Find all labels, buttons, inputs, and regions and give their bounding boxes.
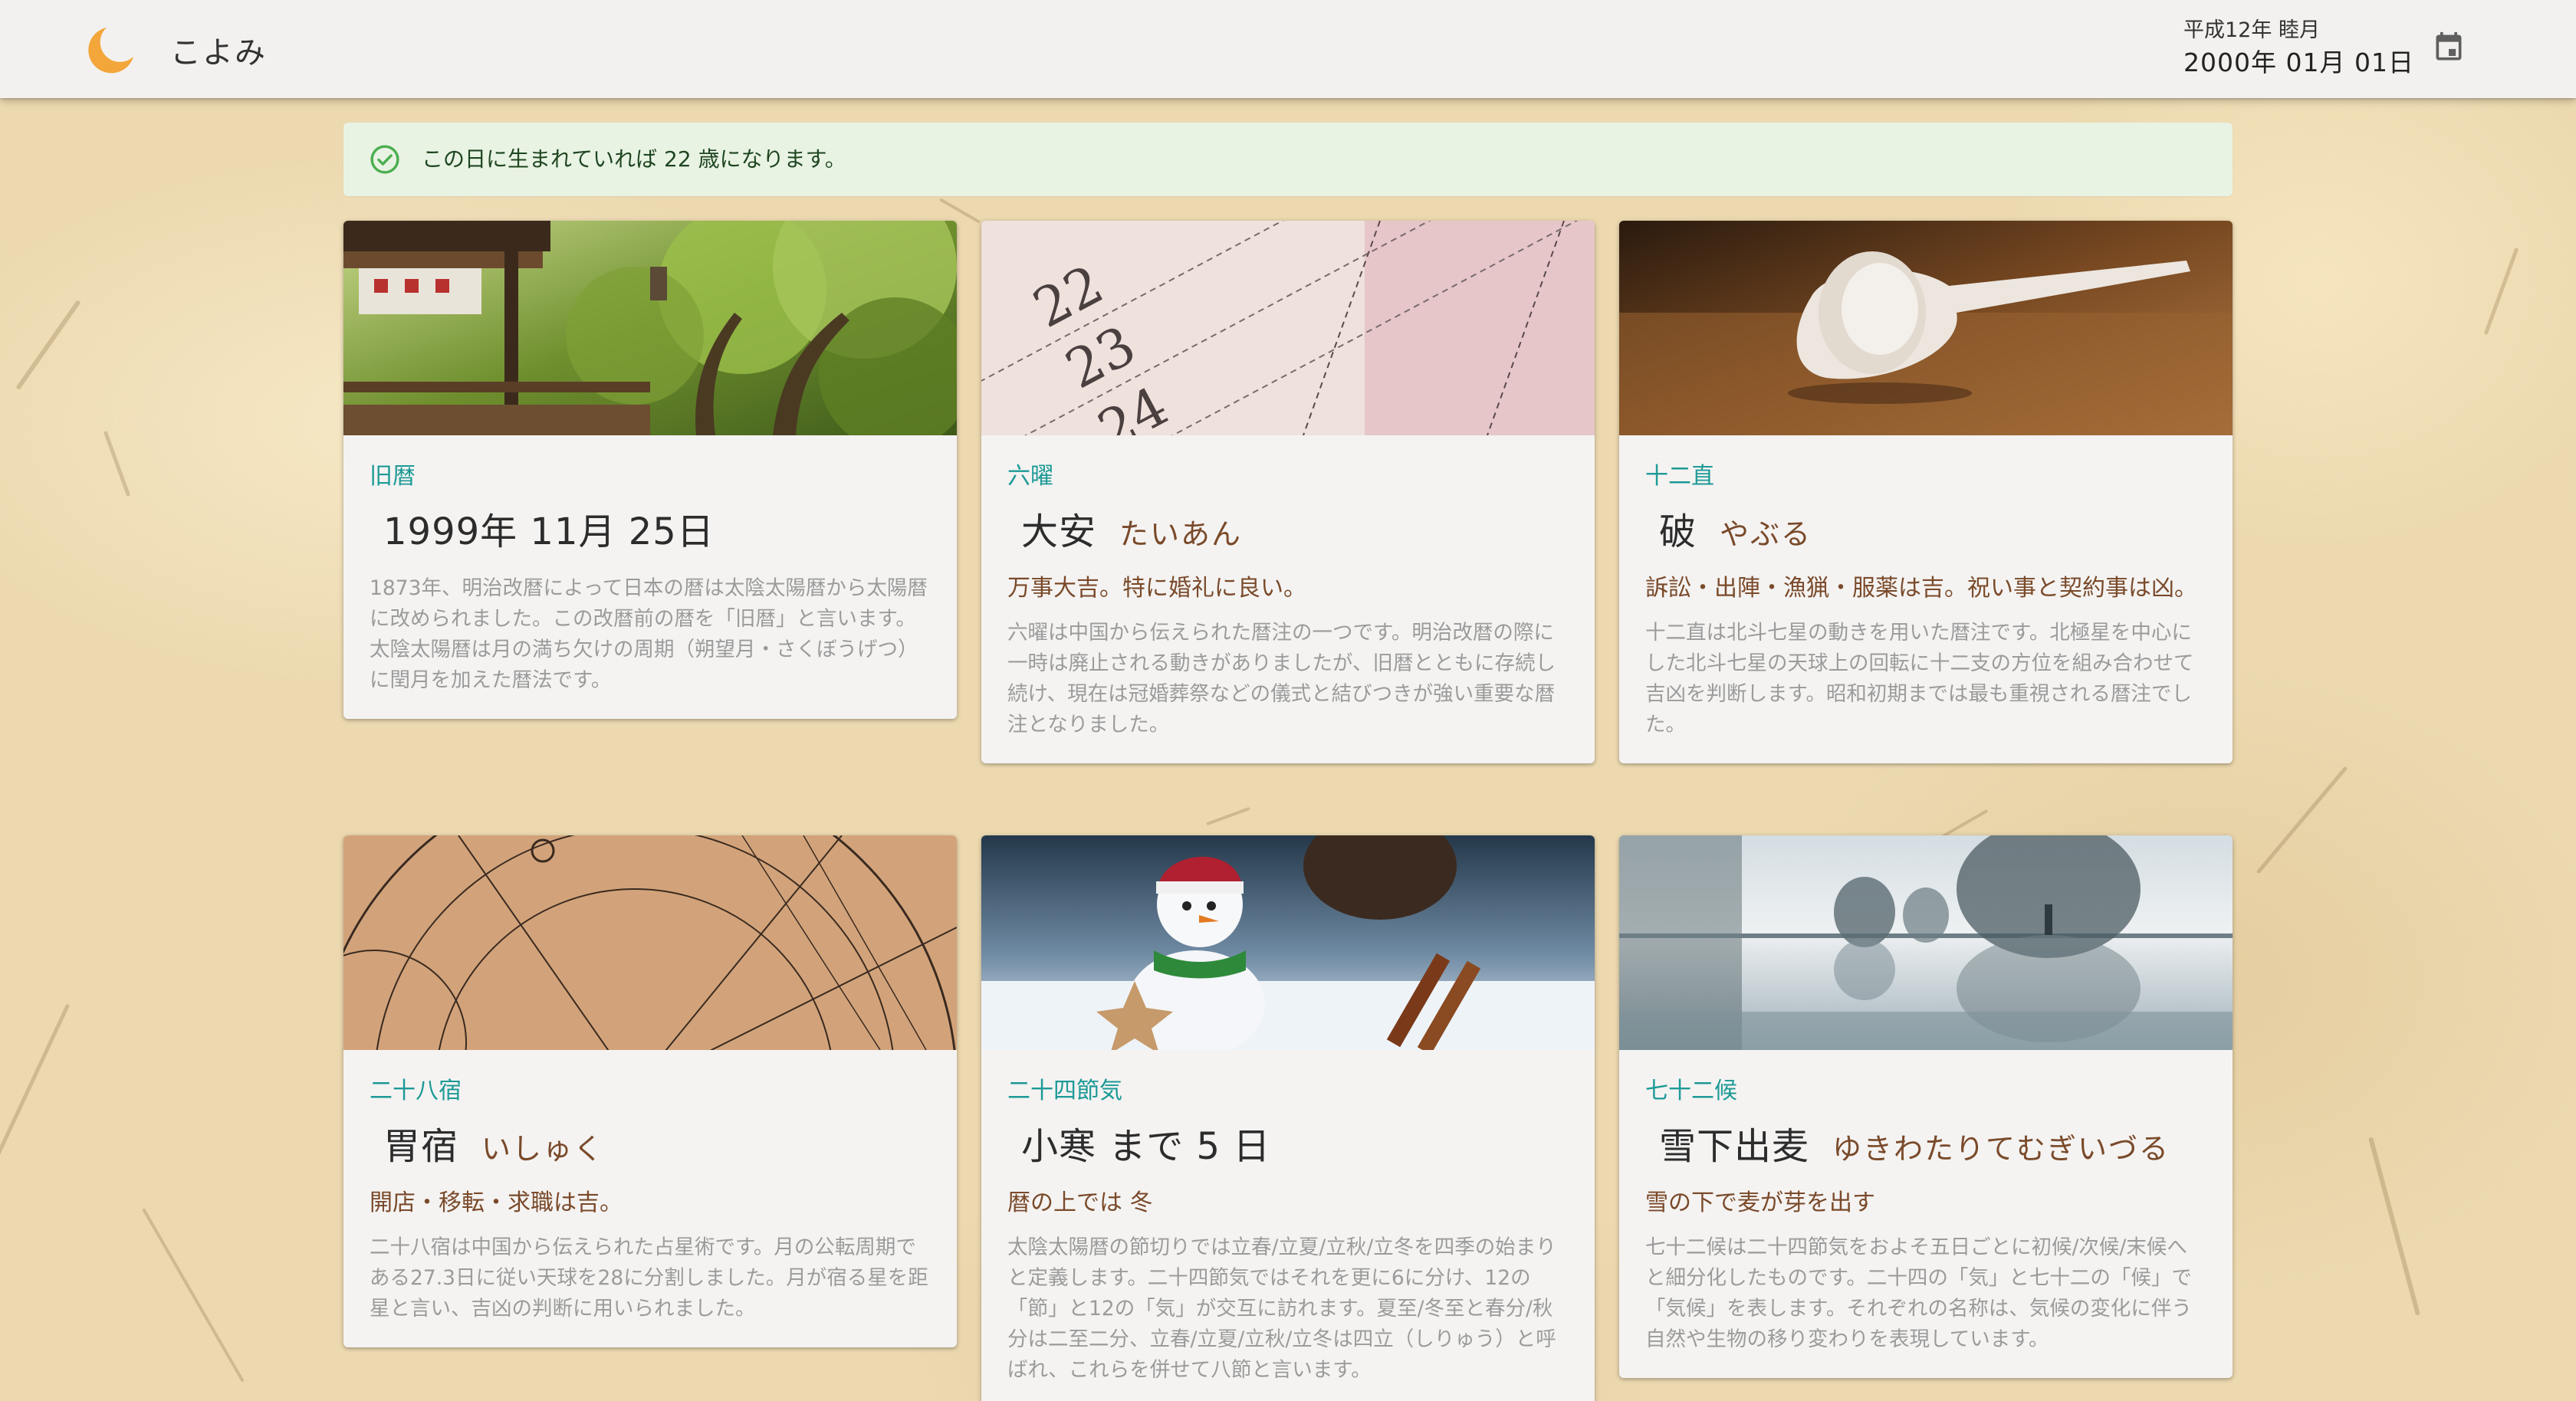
card-category: 七十二候 — [1645, 1078, 1737, 1104]
card-title: 大安 — [1021, 510, 1097, 553]
card-summary: 訴訟・出陣・漁猟・服薬は吉。祝い事と契約事は凶。 — [1645, 575, 2197, 602]
snowman-photo — [981, 835, 1595, 1050]
app-title: こよみ — [170, 35, 267, 71]
age-alert: この日に生まれていれば 22 歳になります。 — [343, 123, 2233, 196]
white-pipe-photo — [1619, 221, 2233, 435]
selected-date: 平成12年 睦月 2000年 01月 01日 — [2183, 15, 2414, 80]
card-summary: 万事大吉。特に婚礼に良い。 — [1007, 575, 1306, 602]
alert-message: この日に生まれていれば 22 歳になります。 — [422, 146, 846, 172]
card-summary: 雪の下で麦が芽を出す — [1645, 1189, 1875, 1216]
calendar-button[interactable] — [2423, 23, 2475, 75]
card-summary: 開店・移転・求職は吉。 — [370, 1189, 623, 1216]
card-category: 十二直 — [1645, 463, 1714, 490]
card-nijuuhasshuku: 二十八宿 胃宿 いしゅく 開店・移転・求職は吉。 二十八宿は中国から伝えられた占… — [343, 835, 957, 1347]
card-reading: いしゅく — [481, 1132, 605, 1166]
card-description: 1873年、明治改暦によって日本の暦は太陰太陽暦から太陽暦に改められました。この… — [370, 576, 928, 692]
card-reading: ゆきわたりてむぎいづる — [1832, 1132, 2170, 1166]
card-title: 破 — [1659, 510, 1697, 553]
card-nijuushisekki: 二十四節気 小寒 まで 5 日 暦の上では 冬 太陰太陽暦の節切りでは立春/立夏… — [981, 835, 1595, 1401]
shrine-forest-photo — [343, 221, 957, 435]
card-reading: たいあん — [1119, 517, 1243, 551]
card-category: 二十四節気 — [1007, 1078, 1122, 1104]
crescent-moon-icon — [86, 23, 138, 75]
card-title: 雪下出麦 — [1659, 1125, 1810, 1168]
card-shichijuunikou: 七十二候 雪下出麦 ゆきわたりてむぎいづる 雪の下で麦が芽を出す 七十二候は二十… — [1619, 835, 2233, 1378]
card-rokuyo: 22 23 24 六曜 大安 たいあん 万事大吉。特に婚礼に良い。 六曜は中国か… — [981, 221, 1595, 763]
calendar-icon — [2432, 31, 2466, 67]
card-summary: 暦の上では 冬 — [1007, 1189, 1153, 1216]
check-circle-icon — [368, 143, 402, 176]
card-category: 二十八宿 — [370, 1078, 462, 1104]
card-description: 二十八宿は中国から伝えられた占星術です。月の公転周期である27.3日に従い天球を… — [370, 1235, 928, 1321]
card-title: 1999年 11月 25日 — [383, 510, 715, 553]
card-description: 六曜は中国から伝えられた暦注の一つです。明治改暦の際に一時は廃止される動きがあり… — [1007, 621, 1556, 737]
astrology-chart-photo — [343, 835, 957, 1050]
frosty-lake-photo — [1619, 835, 2233, 1050]
card-reading: やぶる — [1720, 517, 1812, 551]
card-category: 旧暦 — [370, 463, 416, 490]
seireki-date: 2000年 01月 01日 — [2183, 48, 2414, 77]
card-category: 六曜 — [1007, 463, 1053, 490]
wareki-date: 平成12年 睦月 — [2183, 18, 2320, 42]
app-bar: こよみ 平成12年 睦月 2000年 01月 01日 — [0, 0, 2576, 98]
card-kyureki: 旧暦 1999年 11月 25日 1873年、明治改暦によって日本の暦は太陰太陽… — [343, 221, 957, 719]
card-description: 太陰太陽暦の節切りでは立春/立夏/立秋/立冬を四季の始まりと定義します。二十四節… — [1007, 1235, 1556, 1382]
card-title: 小寒 まで 5 日 — [1021, 1125, 1271, 1168]
card-description: 七十二候は二十四節気をおよそ五日ごとに初候/次候/末候へと細分化したものです。二… — [1645, 1235, 2192, 1351]
calendar-rokuyo-photo: 22 23 24 — [981, 221, 1595, 435]
card-juunichoku: 十二直 破 やぶる 訴訟・出陣・漁猟・服薬は吉。祝い事と契約事は凶。 十二直は北… — [1619, 221, 2233, 763]
card-description: 十二直は北斗七星の動きを用いた暦注です。北極星を中心にした北斗七星の天球上の回転… — [1645, 621, 2194, 737]
card-title: 胃宿 — [383, 1125, 459, 1168]
